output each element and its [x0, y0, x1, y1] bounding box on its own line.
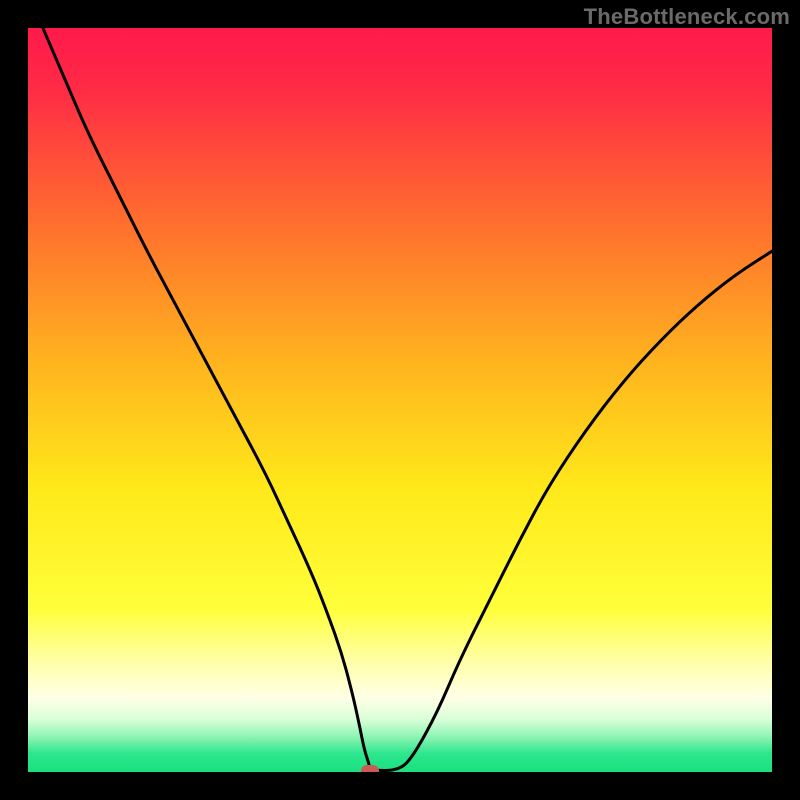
optimum-marker — [361, 765, 379, 773]
bottleneck-curve — [28, 28, 772, 772]
chart-frame: TheBottleneck.com — [0, 0, 800, 800]
watermark-text: TheBottleneck.com — [584, 4, 790, 30]
plot-area — [28, 28, 772, 772]
